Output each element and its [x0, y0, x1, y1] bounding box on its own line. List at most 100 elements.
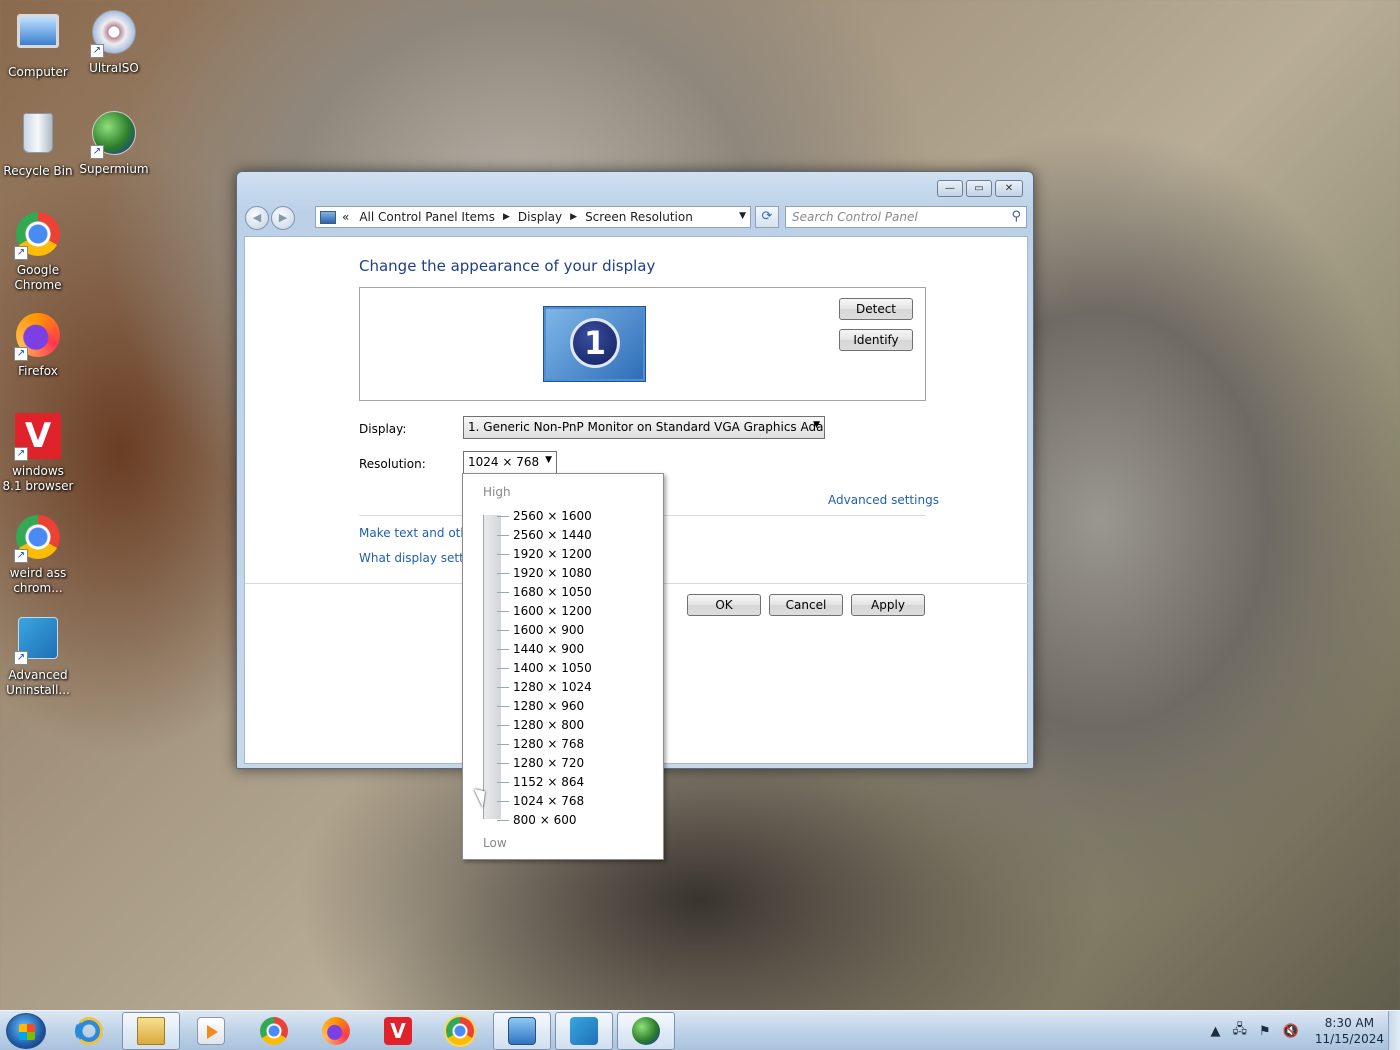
taskbar-internet-explorer[interactable] [60, 1012, 118, 1050]
resolution-select[interactable]: 1024 × 768 ▼ [463, 451, 557, 474]
firefox-icon: ↗ [14, 313, 62, 361]
resolution-option-label: 800 × 600 [513, 813, 577, 827]
resolution-option[interactable]: 1280 × 800 [497, 716, 596, 735]
desktop-icon-label: Computer [8, 65, 68, 79]
resolution-option[interactable]: 1024 × 768 [497, 792, 596, 811]
resolution-option[interactable]: 1400 × 1050 [497, 659, 596, 678]
taskbar-file-explorer[interactable] [122, 1012, 180, 1050]
ok-button[interactable]: OK [687, 594, 761, 616]
taskbar-vivaldi[interactable]: V [369, 1012, 427, 1050]
resolution-option[interactable]: 1280 × 1024 [497, 678, 596, 697]
slider-low-label: Low [483, 836, 507, 850]
internet-explorer-icon [75, 1017, 103, 1045]
resolution-option-label: 1920 × 1080 [513, 566, 592, 580]
breadcrumb-separator-icon[interactable]: ▶ [570, 212, 577, 222]
resolution-option[interactable]: 1600 × 900 [497, 621, 596, 640]
resolution-option[interactable]: 1920 × 1080 [497, 564, 596, 583]
clock-time: 8:30 AM [1324, 1016, 1375, 1030]
control-panel-icon [320, 210, 336, 224]
show-hidden-icons-icon[interactable]: ▲ [1210, 1024, 1220, 1039]
slider-tick [497, 706, 509, 707]
breadcrumb-display[interactable]: Display [518, 210, 562, 224]
resolution-option-label: 1920 × 1200 [513, 547, 592, 561]
search-input[interactable]: Search Control Panel ⚲ [785, 206, 1027, 228]
resolution-option[interactable]: 1280 × 720 [497, 754, 596, 773]
taskbar-firefox[interactable] [307, 1012, 365, 1050]
desktop-icon-firefox[interactable]: ↗ Firefox [1, 311, 75, 379]
recycle-bin-icon [14, 113, 62, 161]
windows-logo-icon [19, 1024, 35, 1040]
resolution-dropdown: High 2560 × 1600 2560 × 1440 1920 × 1200 19… [462, 473, 664, 860]
slider-tick [497, 744, 509, 745]
slider-tick [497, 649, 509, 650]
desktop-icon-weird-chrome[interactable]: ↗ weird ass chrom... [1, 513, 75, 596]
advanced-settings-link[interactable]: Advanced settings [828, 493, 939, 507]
desktop-icon-label: Recycle Bin [3, 164, 73, 178]
breadcrumb-screen-resolution[interactable]: Screen Resolution [585, 210, 693, 224]
cancel-button[interactable]: Cancel [769, 594, 843, 616]
resolution-option[interactable]: 2560 × 1440 [497, 526, 596, 545]
navigation-bar: ◀ ▶ « All Control Panel Items ▶ Display … [245, 206, 1027, 230]
breadcrumb-separator-icon[interactable]: ▶ [503, 212, 510, 222]
display-select[interactable]: 1. Generic Non-PnP Monitor on Standard V… [463, 416, 825, 439]
breadcrumb-overflow[interactable]: « [342, 210, 349, 224]
resolution-option[interactable]: 800 × 600 [497, 811, 596, 830]
desktop-icon-supermium[interactable]: ↗ Supermium [77, 109, 151, 177]
desktop-icon-advanced-uninstaller[interactable]: ↗ Advanced Uninstall... [1, 614, 75, 698]
back-button[interactable]: ◀ [245, 206, 269, 230]
desktop-icon-label: Supermium [79, 162, 149, 176]
identify-button[interactable]: Identify [839, 329, 913, 351]
close-button[interactable]: ✕ [995, 180, 1023, 197]
slider-tick [497, 535, 509, 536]
address-bar[interactable]: « All Control Panel Items ▶ Display ▶ Sc… [315, 206, 751, 228]
taskbar-chrome[interactable] [245, 1012, 303, 1050]
desktop-icon-google-chrome[interactable]: ↗ Google Chrome [1, 210, 75, 293]
breadcrumb-all-items[interactable]: All Control Panel Items [359, 210, 495, 224]
address-dropdown-icon[interactable]: ▼ [739, 211, 746, 221]
detect-button[interactable]: Detect [839, 298, 913, 320]
page-title: Change the appearance of your display [359, 257, 656, 275]
resolution-option-label: 1024 × 768 [513, 794, 585, 808]
action-center-flag-icon[interactable]: ⚑ [1259, 1024, 1271, 1039]
show-desktop-button[interactable] [1388, 1011, 1400, 1050]
network-icon[interactable]: 🖧 [1232, 1020, 1247, 1042]
clock[interactable]: 8:30 AM 11/15/2024 [1315, 1015, 1384, 1047]
chrome-icon [260, 1017, 288, 1045]
resolution-option[interactable]: 1152 × 864 [497, 773, 596, 792]
minimize-button[interactable]: — [937, 180, 963, 197]
resolution-option[interactable]: 1440 × 900 [497, 640, 596, 659]
taskbar-control-panel[interactable] [493, 1012, 551, 1050]
window-controls: — ▭ ✕ [934, 180, 1023, 197]
apply-button[interactable]: Apply [851, 594, 925, 616]
taskbar-media-player[interactable] [182, 1012, 240, 1050]
search-icon[interactable]: ⚲ [1011, 209, 1021, 224]
resolution-option-label: 1280 × 800 [513, 718, 585, 732]
resolution-option[interactable]: 1920 × 1200 [497, 545, 596, 564]
resolution-option[interactable]: 1680 × 1050 [497, 583, 596, 602]
slider-tick [497, 782, 509, 783]
taskbar-uninstaller[interactable] [555, 1012, 613, 1050]
resolution-slider-track[interactable] [483, 515, 501, 819]
slider-tick [497, 668, 509, 669]
resolution-option[interactable]: 1280 × 768 [497, 735, 596, 754]
desktop-icon-vivaldi[interactable]: V ↗ windows 8.1 browser [1, 412, 75, 494]
resolution-option[interactable]: 1280 × 960 [497, 697, 596, 716]
slider-tick [497, 611, 509, 612]
desktop-icon-label: Advanced Uninstall... [6, 668, 70, 697]
maximize-button[interactable]: ▭ [966, 180, 992, 197]
slider-high-label: High [483, 485, 511, 499]
volume-muted-icon[interactable]: 🔇 [1283, 1024, 1299, 1039]
forward-button[interactable]: ▶ [271, 206, 295, 230]
refresh-button[interactable]: ⟳ [755, 206, 779, 228]
slider-tick [497, 573, 509, 574]
chrome-icon: ↗ [14, 212, 62, 260]
resolution-option[interactable]: 1600 × 1200 [497, 602, 596, 621]
start-button[interactable] [6, 1013, 46, 1049]
taskbar-chrome-alt[interactable] [431, 1012, 489, 1050]
desktop-icon-computer[interactable]: Computer [1, 8, 75, 80]
resolution-option[interactable]: 2560 × 1600 [497, 507, 596, 526]
desktop-icon-ultraiso[interactable]: ↗ UltraISO [77, 8, 151, 76]
taskbar-supermium[interactable] [617, 1012, 675, 1050]
desktop-icon-recycle-bin[interactable]: Recycle Bin [1, 109, 75, 179]
monitor-1-thumbnail[interactable]: 1 [544, 307, 645, 381]
